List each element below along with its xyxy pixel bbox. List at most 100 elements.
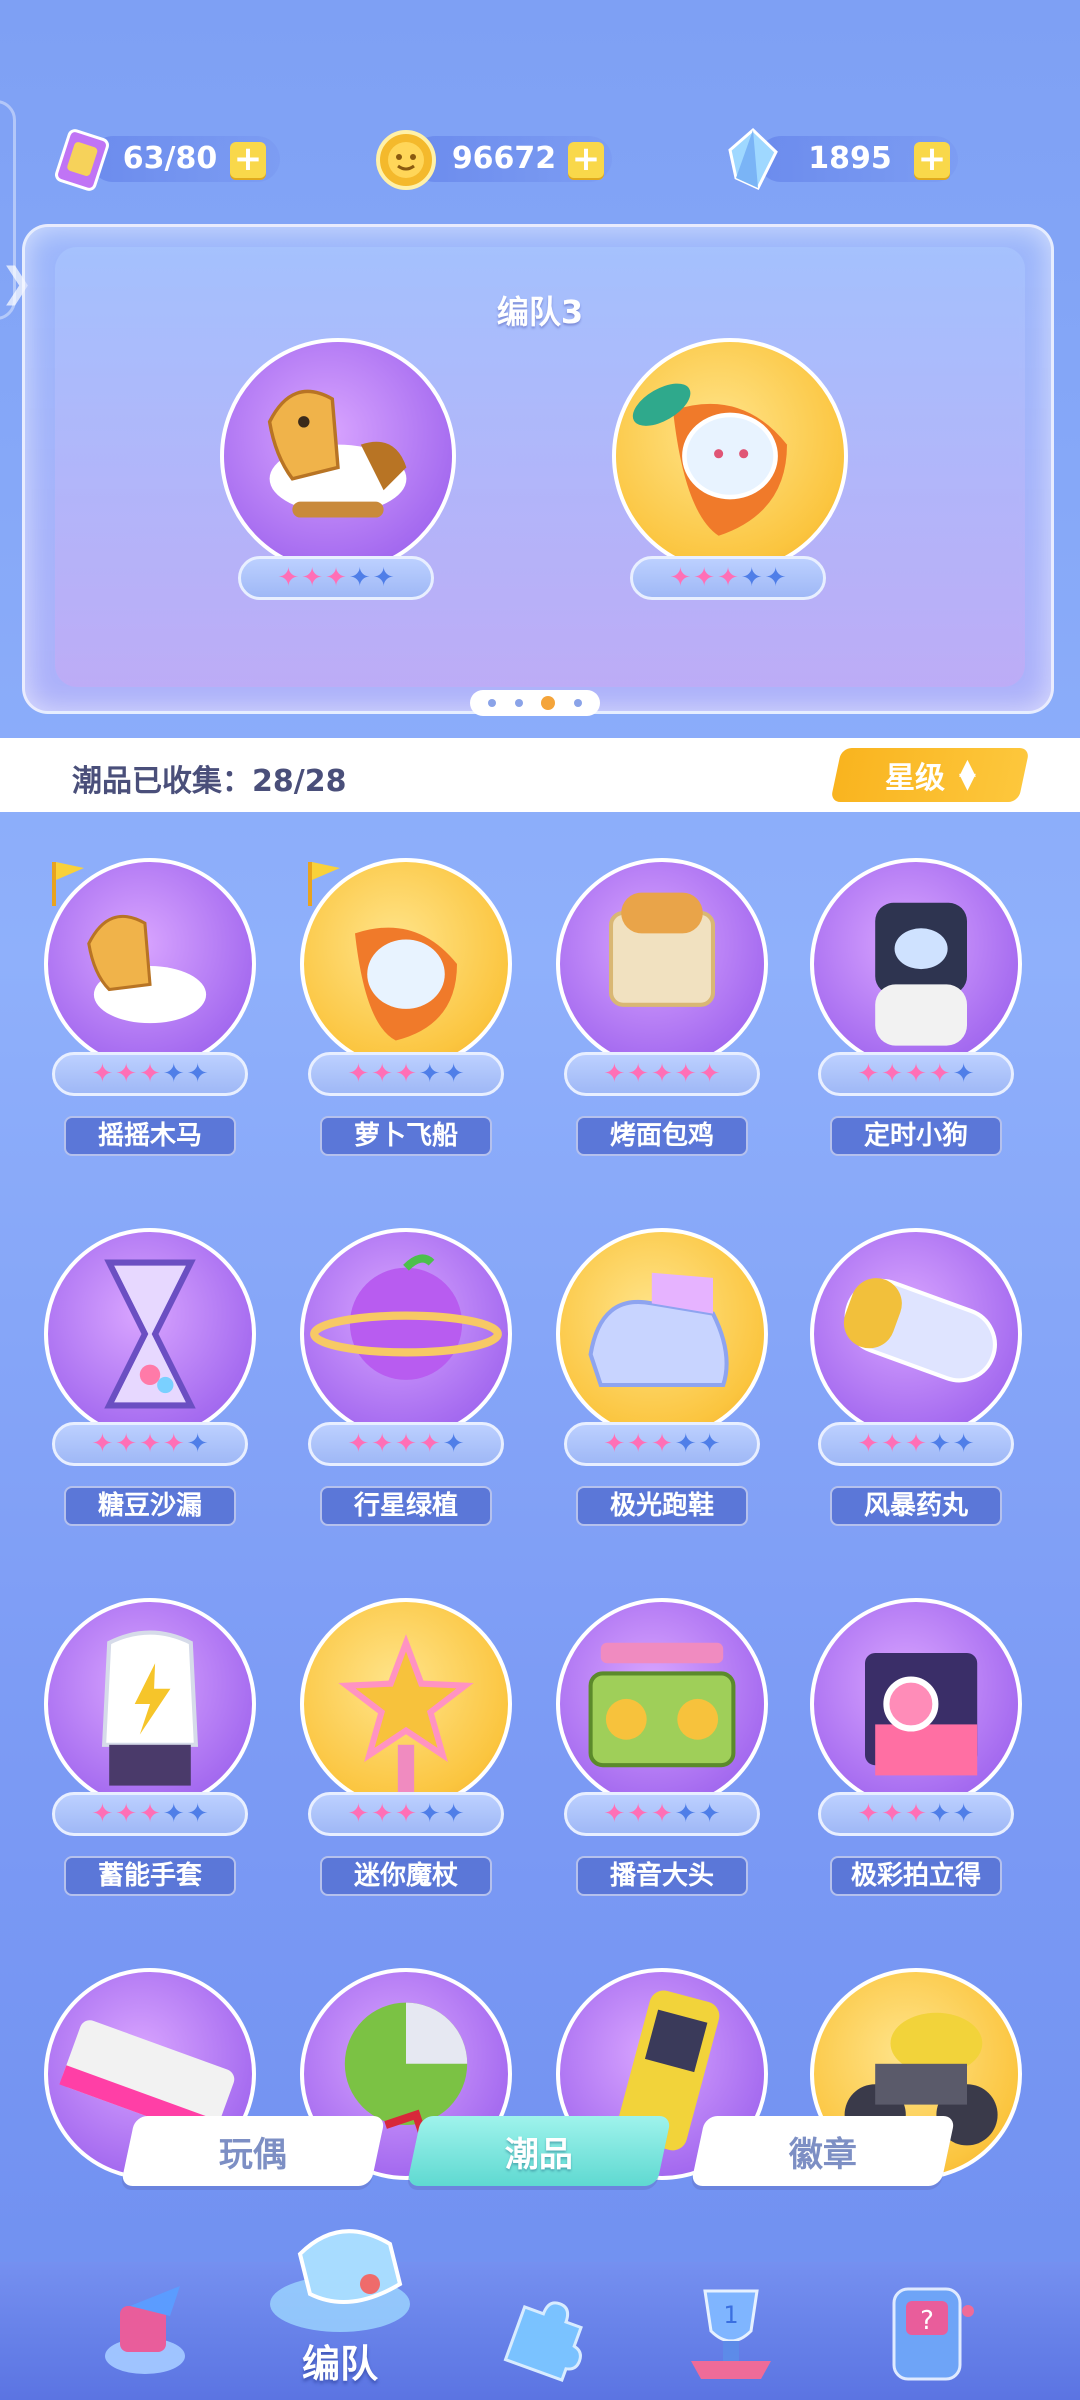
item-name: 定时小狗 xyxy=(830,1116,1002,1156)
collection-item-card[interactable]: ✦ ✦ ✦ ✦ ✦ 烤面包鸡 xyxy=(552,858,772,1158)
star-icon: ✦ xyxy=(928,1059,951,1089)
star-icon: ✦ xyxy=(717,563,739,593)
page-dot[interactable] xyxy=(488,699,497,707)
add-coins-button[interactable]: + xyxy=(568,142,604,178)
item-name: 萝卜飞船 xyxy=(320,1116,492,1156)
collection-item-card[interactable]: ✦ ✦ ✦ ✦ ✦ 行星绿植 xyxy=(296,1228,516,1528)
collection-item-card[interactable]: ✦ ✦ ✦ ✦ ✦ 摇摇木马 xyxy=(40,858,260,1158)
add-energy-button[interactable]: + xyxy=(230,142,266,178)
item-artwork-icon xyxy=(44,1598,256,1810)
star-icon: ✦ xyxy=(651,1799,673,1829)
nav-team-active[interactable]: 编队 xyxy=(240,2194,440,2400)
star-icon: ✦ xyxy=(905,1799,927,1829)
star-icon: ✦ xyxy=(115,1799,138,1829)
nav-team-label: 编队 xyxy=(301,2342,378,2386)
star-icon: ✦ xyxy=(651,1429,673,1459)
star-icon: ✦ xyxy=(91,1059,114,1089)
item-artwork-icon xyxy=(810,1228,1022,1440)
team-slot-2[interactable]: ✦ ✦ ✦ ✦ ✦ xyxy=(608,338,848,638)
star-icon: ✦ xyxy=(418,1059,441,1089)
star-icon: ✦ xyxy=(905,1429,927,1459)
star-icon: ✦ xyxy=(693,563,716,593)
star-icon: ✦ xyxy=(698,1799,721,1829)
star-icon: ✦ xyxy=(277,563,300,593)
collection-item-card[interactable]: ✦ ✦ ✦ ✦ ✦ 蓄能手套 xyxy=(40,1598,260,1898)
tab-dolls-label: 玩偶 xyxy=(219,2134,287,2175)
star-icon: ✦ xyxy=(857,1799,880,1829)
gem-value: 1895 xyxy=(808,141,892,176)
item-artwork-icon xyxy=(556,1598,768,1810)
star-icon: ✦ xyxy=(857,1429,880,1459)
item-star-rating: ✦ ✦ ✦ ✦ ✦ xyxy=(52,1792,248,1836)
star-icon: ✦ xyxy=(371,1799,394,1829)
collection-item-card[interactable]: ✦ ✦ ✦ ✦ ✦ 极光跑鞋 xyxy=(552,1228,772,1528)
collection-item-card[interactable]: ✦ ✦ ✦ ✦ ✦ 糖豆沙漏 xyxy=(40,1228,260,1528)
star-icon: ✦ xyxy=(139,1059,161,1089)
team-slot-1[interactable]: ✦ ✦ ✦ ✦ ✦ xyxy=(216,338,456,638)
item-name: 极彩拍立得 xyxy=(830,1856,1002,1896)
tab-trendy-items-label: 潮品 xyxy=(505,2134,573,2175)
collection-item-card[interactable]: ✦ ✦ ✦ ✦ ✦ 萝卜飞船 xyxy=(296,858,516,1158)
star-icon: ✦ xyxy=(627,1799,650,1829)
item-artwork-icon xyxy=(300,1598,512,1810)
item-star-rating: ✦ ✦ ✦ ✦ ✦ xyxy=(818,1792,1014,1836)
star-icon: ✦ xyxy=(347,1799,370,1829)
item-star-rating: ✦ ✦ ✦ ✦ ✦ xyxy=(564,1052,760,1096)
carrot-ship-icon xyxy=(612,338,848,574)
tab-trendy-items[interactable]: 潮品 xyxy=(406,2116,672,2186)
gift-icon xyxy=(105,2286,185,2374)
collection-item-card[interactable]: ✦ ✦ ✦ ✦ ✦ 极彩拍立得 xyxy=(806,1598,1026,1898)
star-icon: ✦ xyxy=(162,1429,185,1459)
coin-value: 96672 xyxy=(451,141,557,176)
star-icon: ✦ xyxy=(603,1799,626,1829)
star-icon: ✦ xyxy=(881,1429,904,1459)
sort-by-stars-button[interactable]: 星级 ▲ ▼ xyxy=(830,748,1030,802)
page-dot[interactable] xyxy=(514,699,523,707)
star-icon: ✦ xyxy=(442,1059,465,1089)
collection-item-card[interactable]: ✦ ✦ ✦ ✦ ✦ 迷你魔杖 xyxy=(296,1598,516,1898)
nav-puzzle[interactable] xyxy=(476,2272,606,2390)
star-icon: ✦ xyxy=(301,563,324,593)
item-star-rating: ✦ ✦ ✦ ✦ ✦ xyxy=(52,1422,248,1466)
nav-slot-machine[interactable]: ? xyxy=(862,2272,992,2390)
crystal-icon xyxy=(728,127,778,190)
page-dot-active[interactable] xyxy=(541,696,556,710)
star-icon: ✦ xyxy=(372,563,395,593)
tab-dolls[interactable]: 玩偶 xyxy=(120,2116,386,2186)
page-dot[interactable] xyxy=(573,699,582,707)
star-icon: ✦ xyxy=(928,1799,951,1829)
item-artwork-icon xyxy=(556,858,768,1070)
item-star-rating: ✦ ✦ ✦ ✦ ✦ xyxy=(308,1422,504,1466)
star-icon: ✦ xyxy=(347,1429,370,1459)
star-icon: ✦ xyxy=(186,1059,209,1089)
star-icon: ✦ xyxy=(325,563,347,593)
star-icon: ✦ xyxy=(418,1429,441,1459)
star-icon: ✦ xyxy=(139,1799,161,1829)
star-icon: ✦ xyxy=(347,1059,370,1089)
rocking-horse-icon xyxy=(220,338,456,574)
team-panel: 编队3 xyxy=(22,224,1054,714)
nav-gift[interactable] xyxy=(80,2272,210,2390)
star-icon: ✦ xyxy=(186,1799,209,1829)
energy-counter: 63/80 + xyxy=(50,129,280,191)
flag-icon xyxy=(52,862,84,906)
bottom-nav: 1 ? xyxy=(0,2262,1080,2400)
collection-item-card[interactable]: ✦ ✦ ✦ ✦ ✦ 定时小狗 xyxy=(806,858,1026,1158)
star-icon: ✦ xyxy=(186,1429,209,1459)
star-icon: ✦ xyxy=(698,1429,721,1459)
item-name: 烤面包鸡 xyxy=(576,1116,748,1156)
whistle-icon xyxy=(270,2229,410,2332)
collection-item-card[interactable]: ✦ ✦ ✦ ✦ ✦ 风暴药丸 xyxy=(806,1228,1026,1528)
flag-icon xyxy=(308,862,340,906)
nav-trophy[interactable]: 1 xyxy=(666,2272,796,2390)
add-gems-button[interactable]: + xyxy=(914,142,950,178)
energy-value: 63/80 xyxy=(122,141,218,176)
item-name: 行星绿植 xyxy=(320,1486,492,1526)
collection-item-card[interactable]: ✦ ✦ ✦ ✦ ✦ 播音大头 xyxy=(552,1598,772,1898)
star-icon: ✦ xyxy=(674,1059,697,1089)
tab-badges[interactable]: 徽章 xyxy=(690,2116,956,2186)
star-icon: ✦ xyxy=(740,563,763,593)
tab-badges-label: 徽章 xyxy=(789,2134,857,2175)
item-name: 蓄能手套 xyxy=(64,1856,236,1896)
team-page-indicator xyxy=(470,690,600,716)
